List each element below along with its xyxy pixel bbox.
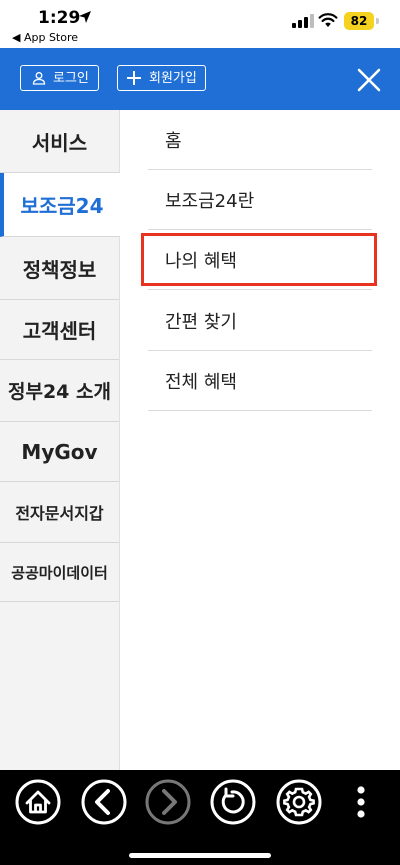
close-icon[interactable]: [354, 65, 384, 95]
sub-nav-item-about-subsidy[interactable]: 보조금24란: [148, 170, 372, 230]
left-nav-label: 정책정보: [22, 257, 97, 282]
left-nav-item-subsidy24[interactable]: 보조금24: [0, 173, 120, 237]
sub-nav-label: 보조금24란: [165, 190, 255, 212]
sub-nav-item-my-benefits[interactable]: 나의 혜택: [148, 230, 372, 290]
left-nav-item-service[interactable]: 서비스: [0, 110, 119, 173]
sub-nav-item-quick-find[interactable]: 간편 찾기: [148, 291, 372, 351]
left-nav-label: MyGov: [21, 439, 98, 464]
left-nav-label: 공공마이데이터: [11, 563, 108, 582]
left-nav-item-customer-center[interactable]: 고객센터: [0, 300, 119, 360]
left-nav-label: 보조금24: [20, 194, 104, 218]
join-label: 회원가입: [149, 71, 197, 86]
sub-nav-label: 나의 혜택: [165, 250, 237, 272]
login-button[interactable]: 로그인: [20, 65, 99, 91]
status-time: 1:29: [38, 8, 81, 28]
home-icon[interactable]: [14, 778, 62, 826]
home-indicator: [129, 853, 271, 858]
left-nav-item-mydata[interactable]: 공공마이데이터: [0, 543, 119, 602]
status-bar: 1:29 ◀ App Store 82: [0, 0, 400, 48]
join-button[interactable]: 회원가입: [117, 65, 206, 91]
more-icon[interactable]: [337, 778, 385, 826]
left-nav-label: 정부24 소개: [8, 381, 111, 403]
refresh-icon[interactable]: [209, 778, 257, 826]
back-to-app-store[interactable]: ◀ App Store: [12, 31, 78, 44]
bottom-toolbar: [0, 770, 400, 865]
battery-tip: [376, 18, 379, 24]
left-nav-item-mygov[interactable]: MyGov: [0, 422, 119, 482]
wifi-icon: [318, 13, 338, 27]
left-nav-item-about[interactable]: 정부24 소개: [0, 360, 119, 422]
sub-nav-item-home[interactable]: 홈: [148, 110, 372, 170]
left-nav: 서비스 보조금24 정책정보 고객센터 정부24 소개 MyGov 전자문서지갑…: [0, 110, 120, 770]
user-icon: [32, 72, 46, 85]
left-nav-item-policy[interactable]: 정책정보: [0, 237, 119, 300]
sub-nav-label: 홈: [165, 130, 182, 152]
left-nav-label: 고객센터: [22, 319, 97, 343]
settings-icon[interactable]: [275, 778, 323, 826]
login-label: 로그인: [53, 71, 89, 86]
left-nav-label: 전자문서지갑: [15, 504, 104, 523]
sub-nav-label: 간편 찾기: [165, 311, 237, 333]
sub-nav-item-all-benefits[interactable]: 전체 혜택: [148, 351, 372, 411]
menu-header: 로그인 회원가입: [0, 48, 400, 110]
sub-nav-label: 전체 혜택: [165, 371, 237, 393]
back-icon[interactable]: [80, 778, 128, 826]
left-nav-item-wallet[interactable]: 전자문서지갑: [0, 482, 119, 543]
battery-icon: 82: [344, 12, 374, 30]
location-arrow-icon: [79, 11, 91, 23]
left-nav-label: 서비스: [31, 130, 88, 155]
plus-icon: [127, 71, 141, 85]
signal-icon: [292, 14, 314, 28]
forward-icon[interactable]: [144, 778, 192, 826]
